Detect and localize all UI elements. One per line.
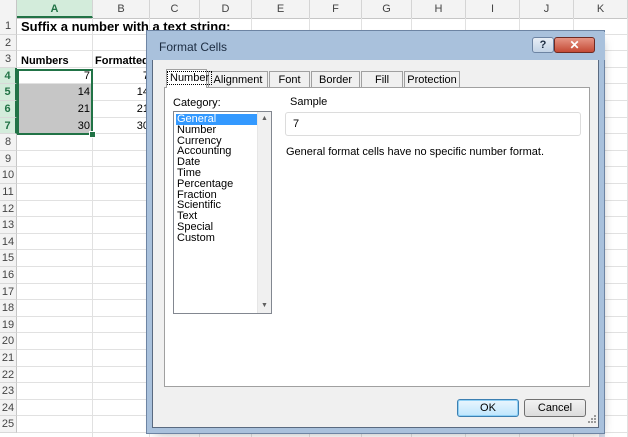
- row-header-16[interactable]: 16: [0, 267, 17, 284]
- row-header-9[interactable]: 9: [0, 150, 17, 168]
- cell-A5[interactable]: 14: [17, 84, 93, 100]
- sample-label: Sample: [289, 96, 329, 108]
- dialog-title: Format Cells: [159, 40, 228, 54]
- cell-B5[interactable]: 14: [93, 84, 152, 100]
- column-header-c[interactable]: C: [150, 0, 200, 18]
- column-header-i[interactable]: I: [466, 0, 520, 18]
- row-header-21[interactable]: 21: [0, 350, 17, 367]
- ok-button[interactable]: OK: [457, 399, 519, 417]
- column-header-k[interactable]: K: [574, 0, 628, 18]
- row-header-20[interactable]: 20: [0, 333, 17, 350]
- cell-B6[interactable]: 21: [93, 101, 152, 117]
- tab-label: Fill: [374, 74, 390, 86]
- format-description: General format cells have no specific nu…: [286, 146, 545, 158]
- row-header-11[interactable]: 11: [0, 184, 17, 201]
- close-icon: ✕: [569, 38, 580, 52]
- cell-A6[interactable]: 21: [17, 101, 93, 117]
- resize-grip-icon[interactable]: [586, 415, 596, 425]
- category-scrollbar[interactable]: ▲ ▼: [257, 112, 271, 313]
- row-header-8[interactable]: 8: [0, 134, 17, 151]
- column-header-a[interactable]: A: [17, 0, 93, 18]
- tab-alignment[interactable]: Alignment: [208, 71, 268, 87]
- row-header-4[interactable]: 4: [0, 67, 17, 85]
- format-cells-dialog: Format Cells ? ✕ Number Alignment Font Bord…: [148, 32, 605, 428]
- row-header-17[interactable]: 17: [0, 283, 17, 301]
- row-header-5[interactable]: 5: [0, 84, 17, 101]
- row-header-7[interactable]: 7: [0, 117, 17, 135]
- row-header-14[interactable]: 14: [0, 233, 17, 251]
- row-header-25[interactable]: 25: [0, 416, 17, 433]
- column-header-g[interactable]: G: [362, 0, 412, 18]
- row-header-1[interactable]: 1: [0, 18, 17, 35]
- sample-value: 7: [293, 118, 300, 130]
- gridline: [17, 432, 628, 433]
- tab-font[interactable]: Font: [269, 71, 310, 87]
- row-header-2[interactable]: 2: [0, 34, 17, 52]
- cell-B4[interactable]: 7: [93, 68, 152, 84]
- row-header-19[interactable]: 19: [0, 316, 17, 334]
- tab-label: Font: [278, 74, 301, 86]
- cell-B3-header[interactable]: Formatted: [92, 53, 152, 69]
- column-header-b[interactable]: B: [93, 0, 150, 18]
- cell-A3-header[interactable]: Numbers: [18, 53, 72, 69]
- column-header-h[interactable]: H: [412, 0, 466, 18]
- row-header-10[interactable]: 10: [0, 167, 17, 184]
- column-headers: ABCDEFGHIJK: [0, 0, 628, 19]
- row-header-6[interactable]: 6: [0, 101, 17, 118]
- select-all-corner[interactable]: [0, 0, 17, 18]
- row-header-15[interactable]: 15: [0, 250, 17, 267]
- cell-A4[interactable]: 7: [17, 68, 93, 84]
- tab-fill[interactable]: Fill: [361, 71, 403, 87]
- tab-label: Protection: [407, 74, 457, 86]
- cancel-button[interactable]: Cancel: [524, 399, 586, 417]
- scroll-edge: [599, 152, 605, 437]
- tab-label: Number: [167, 71, 213, 85]
- scroll-up-icon[interactable]: ▲: [258, 112, 271, 126]
- row-header-13[interactable]: 13: [0, 217, 17, 234]
- tab-border[interactable]: Border: [311, 71, 360, 87]
- scroll-down-icon[interactable]: ▼: [258, 299, 271, 313]
- column-header-f[interactable]: F: [310, 0, 362, 18]
- dialog-titlebar[interactable]: Format Cells ? ✕: [148, 32, 605, 60]
- cell-A7[interactable]: 30: [17, 118, 93, 134]
- row-header-18[interactable]: 18: [0, 300, 17, 317]
- category-list[interactable]: General Number Currency Accounting Date Time P…: [173, 111, 272, 314]
- category-item-custom[interactable]: Custom: [176, 232, 259, 244]
- sample-box: 7: [285, 112, 581, 136]
- column-header-j[interactable]: J: [520, 0, 574, 18]
- sample-group: 7 Sample: [285, 96, 581, 136]
- tab-label: Border: [318, 74, 353, 86]
- row-header-22[interactable]: 22: [0, 366, 17, 384]
- tab-label: Alignment: [213, 74, 263, 86]
- close-button[interactable]: ✕: [554, 37, 595, 53]
- cell-B7[interactable]: 30: [93, 118, 152, 134]
- tab-number[interactable]: Number: [166, 69, 213, 88]
- column-header-d[interactable]: D: [200, 0, 252, 18]
- row-header-24[interactable]: 24: [0, 399, 17, 417]
- help-button[interactable]: ?: [532, 37, 554, 53]
- category-label: Category:: [173, 97, 221, 109]
- tab-protection[interactable]: Protection: [404, 71, 460, 87]
- row-header-12[interactable]: 12: [0, 200, 17, 218]
- column-header-e[interactable]: E: [252, 0, 310, 18]
- row-header-23[interactable]: 23: [0, 383, 17, 400]
- row-header-3[interactable]: 3: [0, 51, 17, 68]
- number-tab-panel: Category: General Number Currency Accountin…: [164, 87, 590, 387]
